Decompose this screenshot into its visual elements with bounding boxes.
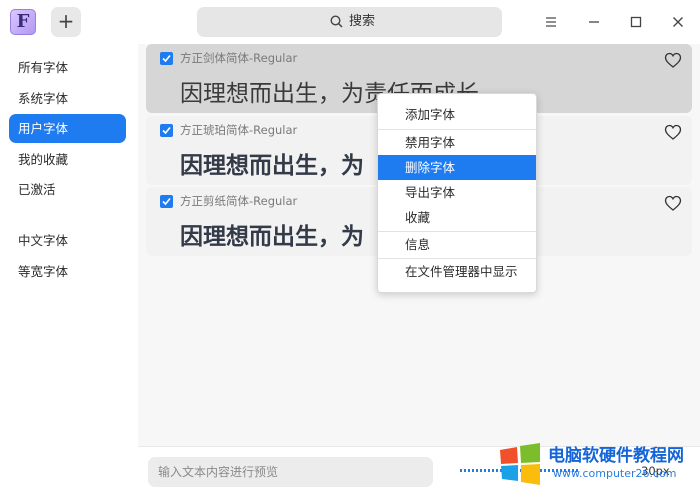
sidebar-item-monospace-fonts[interactable]: 等宽字体	[9, 257, 126, 286]
heart-icon[interactable]	[664, 195, 682, 212]
menu-item-info[interactable]: 信息	[378, 232, 536, 257]
minimize-icon[interactable]	[584, 12, 604, 32]
sidebar-item-activated[interactable]: 已激活	[9, 175, 126, 204]
enable-checkbox[interactable]	[160, 52, 173, 65]
watermark-url: www.computer26.com	[553, 467, 677, 480]
search-box[interactable]: 搜索	[197, 7, 502, 37]
menu-item-favorite[interactable]: 收藏	[378, 205, 536, 230]
sidebar-item-user-fonts[interactable]: 用户字体	[9, 114, 126, 143]
font-name: 方正琥珀简体-Regular	[180, 123, 298, 137]
heart-icon[interactable]	[664, 124, 682, 141]
menu-item-export-font[interactable]: 导出字体	[378, 180, 536, 205]
app-logo-letter: F	[16, 11, 30, 32]
font-preview: 因理想而出生，为	[180, 153, 364, 179]
add-font-button[interactable]: +	[51, 7, 81, 37]
check-icon	[162, 126, 171, 135]
check-icon	[162, 54, 171, 63]
menu-item-disable-font[interactable]: 禁用字体	[378, 130, 536, 155]
font-preview: 因理想而出生，为	[180, 224, 364, 250]
sidebar-item-all-fonts[interactable]: 所有字体	[9, 53, 126, 82]
menu-item-add-font[interactable]: 添加字体	[378, 102, 536, 127]
heart-icon[interactable]	[664, 52, 682, 69]
search-icon	[330, 15, 343, 28]
windows-logo-icon	[500, 443, 540, 485]
title-bar: F + 搜索	[0, 0, 700, 44]
sidebar: 所有字体 系统字体 用户字体 我的收藏 已激活 中文字体 等宽字体	[0, 44, 138, 496]
maximize-icon[interactable]	[626, 12, 646, 32]
search-label: 搜索	[349, 14, 376, 29]
watermark-title: 电脑软硬件教程网	[548, 446, 684, 466]
check-icon	[162, 197, 171, 206]
menu-icon[interactable]	[541, 12, 561, 32]
enable-checkbox[interactable]	[160, 195, 173, 208]
font-name: 方正剑体简体-Regular	[180, 51, 298, 65]
preview-text-input[interactable]	[148, 457, 433, 487]
close-icon[interactable]	[668, 12, 688, 32]
menu-item-delete-font[interactable]: 删除字体	[378, 155, 536, 180]
menu-item-show-in-file-manager[interactable]: 在文件管理器中显示	[378, 259, 536, 284]
app-logo-icon: F	[10, 9, 36, 35]
sidebar-item-favorites[interactable]: 我的收藏	[9, 145, 126, 174]
sidebar-item-chinese-fonts[interactable]: 中文字体	[9, 226, 126, 255]
font-name: 方正剪纸简体-Regular	[180, 194, 298, 208]
enable-checkbox[interactable]	[160, 124, 173, 137]
context-menu: 添加字体 禁用字体 删除字体 导出字体 收藏 信息 在文件管理器中显示	[377, 93, 537, 293]
sidebar-item-system-fonts[interactable]: 系统字体	[9, 84, 126, 113]
